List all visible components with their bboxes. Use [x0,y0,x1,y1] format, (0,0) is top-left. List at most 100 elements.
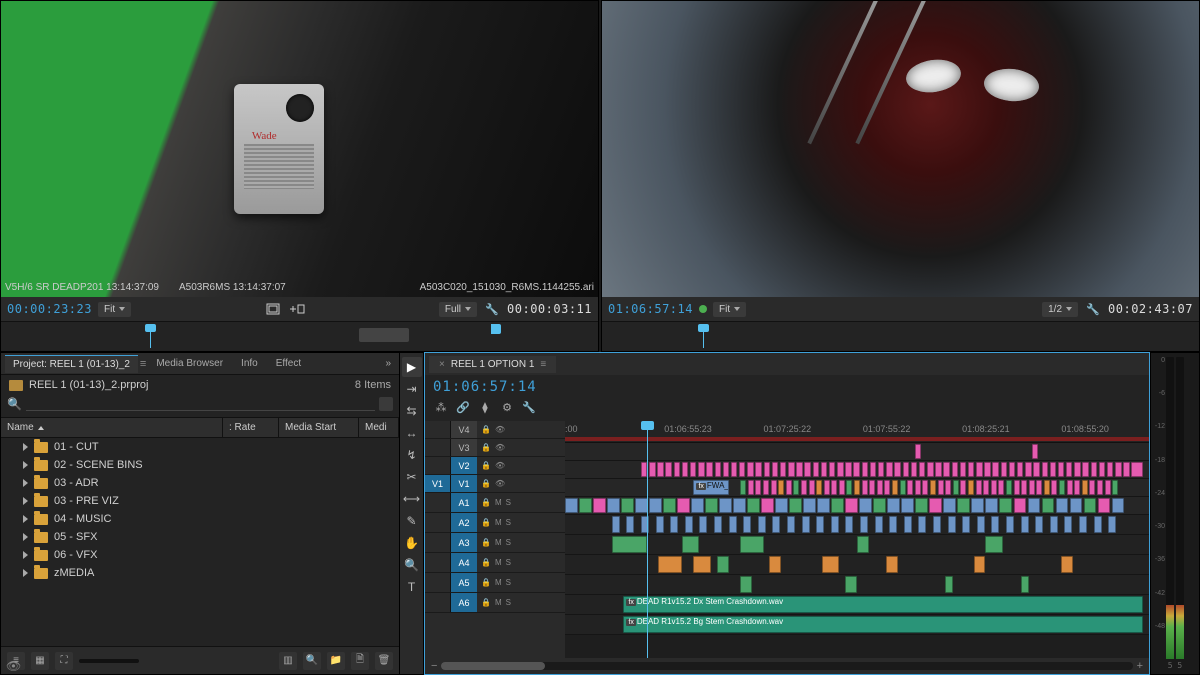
clip[interactable] [983,480,989,495]
program-playhead[interactable] [703,324,704,348]
clip[interactable] [612,516,620,533]
clip[interactable] [845,576,857,593]
clip[interactable] [670,516,678,533]
clip[interactable] [1123,462,1129,477]
zoom-in-icon[interactable]: + [1137,660,1143,672]
clip[interactable] [641,516,649,533]
clip[interactable] [886,462,892,477]
target-patch[interactable]: A1 [451,493,477,512]
source-patch[interactable] [425,553,451,572]
clip[interactable] [1033,462,1039,477]
clip[interactable] [854,480,860,495]
clip[interactable] [845,516,853,533]
mute-icon[interactable]: M [495,578,502,587]
clip[interactable] [755,462,761,477]
clip[interactable] [747,462,753,477]
clip[interactable] [862,480,868,495]
clip[interactable] [649,498,662,513]
clip[interactable] [943,498,956,513]
clip[interactable] [769,556,781,573]
clip[interactable] [1108,516,1116,533]
clip[interactable] [682,462,688,477]
panel-overflow-icon[interactable]: » [381,358,395,369]
clip[interactable] [1006,516,1014,533]
clip[interactable] [1059,480,1065,495]
clip[interactable] [1021,516,1029,533]
timeline-timecode[interactable]: 01:06:57:14 [433,379,537,395]
clip[interactable] [682,536,700,553]
clip[interactable] [761,498,774,513]
mute-icon[interactable]: M [495,538,502,547]
source-patch[interactable] [425,513,451,532]
clip[interactable] [691,498,704,513]
clip[interactable] [845,498,858,513]
clip[interactable] [1051,480,1057,495]
clip[interactable] [992,462,998,477]
clip[interactable] [802,516,810,533]
clip[interactable] [904,516,912,533]
audio-track-lane[interactable]: fxDEAD R1v15.2 Dx Stem Crashdown.wav [565,595,1149,615]
clip[interactable] [787,516,795,533]
source-out-marker[interactable] [491,324,501,334]
clip[interactable] [677,498,690,513]
clip[interactable] [1112,480,1118,495]
clip[interactable] [878,462,884,477]
rolling-edit-tool-icon[interactable]: ↔ [402,423,422,443]
clip[interactable] [621,498,634,513]
clip[interactable] [1131,462,1143,477]
clip[interactable] [953,480,959,495]
selection-tool-icon[interactable]: ▶ [402,357,422,377]
clip[interactable] [1079,516,1087,533]
clip[interactable] [719,498,732,513]
audio-track-header[interactable]: A2🔒MS [425,513,565,533]
clip[interactable] [933,516,941,533]
clip[interactable] [1112,498,1125,513]
clip[interactable] [985,498,998,513]
clip[interactable] [930,480,936,495]
clip[interactable] [877,480,883,495]
target-patch[interactable]: V4 [451,421,477,438]
clip[interactable] [1098,498,1111,513]
program-resolution-select[interactable]: 1/2 [1042,302,1078,317]
clip[interactable] [976,462,982,477]
clip[interactable] [991,480,997,495]
clip[interactable] [1061,556,1073,573]
clip[interactable] [717,556,729,573]
clip[interactable] [786,480,792,495]
target-patch[interactable]: A6 [451,593,477,612]
source-viewport[interactable]: Wade V5H/6 SR DEADP201 13:14:37:09 A503R… [1,1,598,297]
zoom-out-icon[interactable]: − [431,660,437,672]
bin-row[interactable]: 03 - ADR [1,474,399,492]
disclose-icon[interactable] [23,569,28,577]
clip[interactable] [845,462,851,477]
clip[interactable] [1014,498,1027,513]
audio-track-header[interactable]: A1🔒MS [425,493,565,513]
clip[interactable] [1025,462,1031,477]
toggle-output-icon[interactable]: 👁 [495,443,505,452]
clip[interactable] [857,536,869,553]
clip[interactable] [789,498,802,513]
clip[interactable] [984,462,990,477]
clip[interactable] [968,480,974,495]
clip[interactable] [771,480,777,495]
clip[interactable] [1058,462,1064,477]
bin-row[interactable]: 06 - VFX [1,546,399,564]
clip[interactable] [1009,462,1015,477]
clip[interactable] [665,462,671,477]
clip[interactable] [945,576,954,593]
audio-track-lane[interactable] [565,555,1149,575]
clip[interactable] [817,498,830,513]
clip[interactable] [971,498,984,513]
mute-icon[interactable]: M [495,598,502,607]
disclose-icon[interactable] [23,551,28,559]
bin-row[interactable]: 01 - CUT [1,438,399,456]
timeline-playhead[interactable] [647,421,648,658]
audio-track-header[interactable]: A4🔒MS [425,553,565,573]
toggle-output-icon[interactable]: 👁 [495,479,505,488]
video-track-lane[interactable] [565,461,1149,479]
audio-track-header[interactable]: A3🔒MS [425,533,565,553]
clip[interactable] [715,462,721,477]
tracks-area[interactable]: :0001:06:55:2301:07:25:2201:07:55:2201:0… [565,421,1149,658]
lock-track-icon[interactable]: 🔒 [481,443,491,452]
disclose-icon[interactable] [23,533,28,541]
